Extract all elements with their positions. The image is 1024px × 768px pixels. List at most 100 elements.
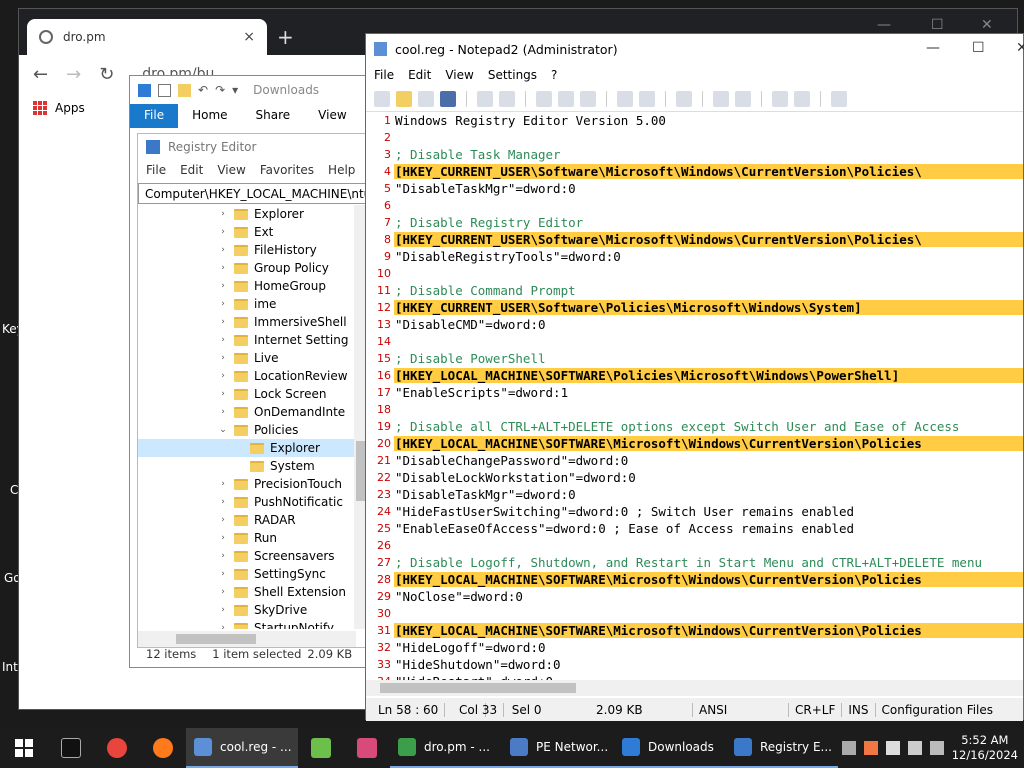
taskbar-window-button[interactable]: Downloads [614, 728, 726, 768]
close-icon[interactable]: ✕ [1016, 40, 1024, 56]
notepad-taskbar-icon[interactable] [298, 728, 344, 768]
chevron-right-icon[interactable]: › [218, 479, 228, 489]
chevron-right-icon[interactable]: › [218, 245, 228, 255]
firefox-taskbar-icon[interactable] [140, 728, 186, 768]
menu-edit[interactable]: Edit [180, 163, 203, 177]
status-encoding[interactable]: ANSI [693, 702, 789, 717]
editor-line[interactable]: 11 ; Disable Command Prompt [366, 282, 1023, 299]
ribbon-tab-file[interactable]: File [130, 104, 179, 128]
chevron-right-icon[interactable]: › [218, 533, 228, 543]
editor-line[interactable]: 9 "DisableRegistryTools"=dword:0 [366, 248, 1023, 265]
chrome-tab[interactable]: dro.pm × [27, 19, 267, 55]
editor-line[interactable]: 10 [366, 265, 1023, 282]
editor-line[interactable]: 21 "DisableChangePassword"=dword:0 [366, 452, 1023, 469]
editor-line[interactable]: 5 "DisableTaskMgr"=dword:0 [366, 180, 1023, 197]
regedit-address-bar[interactable]: Computer\HKEY_LOCAL_MACHINE\ntuser [138, 183, 368, 204]
folder-icon[interactable] [178, 83, 191, 97]
editor-line[interactable]: 1 Windows Registry Editor Version 5.00 [366, 112, 1023, 129]
text-editor[interactable]: 1 Windows Registry Editor Version 5.00 2 3;… [366, 112, 1023, 680]
menu-favorites[interactable]: Favorites [260, 163, 314, 177]
tree-item[interactable]: › PushNotificatic [138, 493, 356, 511]
status-scheme[interactable]: Configuration Files [876, 703, 1000, 717]
copy-icon[interactable] [558, 90, 574, 107]
editor-line[interactable]: 32 "HideLogoff"=dword:0 [366, 639, 1023, 656]
menu-edit[interactable]: Edit [408, 68, 431, 82]
editor-line[interactable]: 19 ; Disable all CTRL+ALT+DELETE options … [366, 418, 1023, 435]
tree-item[interactable]: › HomeGroup [138, 277, 356, 295]
chrome-taskbar-icon[interactable] [94, 728, 140, 768]
tree-item[interactable]: › ime [138, 295, 356, 313]
open-folder-icon[interactable] [396, 90, 412, 107]
minimize-icon[interactable]: — [926, 40, 940, 56]
chevron-right-icon[interactable]: › [218, 209, 228, 219]
editor-line[interactable]: 31 [HKEY_LOCAL_MACHINE\SOFTWARE\Microsoft… [366, 622, 1023, 639]
chevron-right-icon[interactable]: › [218, 407, 228, 417]
menu-file[interactable]: File [374, 68, 394, 82]
editor-line[interactable]: 6 [366, 197, 1023, 214]
redo-icon[interactable]: ↷ [215, 83, 225, 97]
editor-line[interactable]: 13 "DisableCMD"=dword:0 [366, 316, 1023, 333]
menu-view[interactable]: View [217, 163, 245, 177]
tree-item[interactable]: › Run [138, 529, 356, 547]
editor-line[interactable]: 30 [366, 605, 1023, 622]
editor-line[interactable]: 15 ; Disable PowerShell [366, 350, 1023, 367]
launch-icon[interactable] [831, 90, 847, 107]
tree-item[interactable]: › Lock Screen [138, 385, 356, 403]
scheme-icon[interactable] [772, 90, 788, 107]
menu-help[interactable]: Help [328, 163, 355, 177]
editor-line[interactable]: 8 [HKEY_CURRENT_USER\Software\Microsoft\W… [366, 231, 1023, 248]
chevron-down-icon[interactable]: ⌄ [218, 425, 228, 435]
tree-item[interactable]: › Explorer [138, 205, 356, 223]
save-icon[interactable] [440, 90, 456, 107]
menu-view[interactable]: View [445, 68, 473, 82]
redo-icon[interactable] [499, 90, 515, 107]
tree-horizontal-scrollbar[interactable] [138, 631, 356, 647]
back-icon[interactable]: ← [33, 64, 48, 85]
editor-line[interactable]: 34"HideRestart"=dword:0 [366, 673, 1023, 680]
taskbar-window-button[interactable]: PE Networ... [502, 728, 614, 768]
editor-line[interactable]: 29 "NoClose"=dword:0 [366, 588, 1023, 605]
tree-item[interactable]: › Live [138, 349, 356, 367]
tree-item[interactable]: › FileHistory [138, 241, 356, 259]
undo-icon[interactable]: ↶ [198, 83, 208, 97]
browse-icon[interactable] [418, 90, 434, 107]
chevron-right-icon[interactable]: › [218, 299, 228, 309]
editor-line[interactable]: 4 [HKEY_CURRENT_USER\Software\Microsoft\W… [366, 163, 1023, 180]
tree-item[interactable]: › Group Policy [138, 259, 356, 277]
tree-item[interactable]: › Shell Extension [138, 583, 356, 601]
ribbon-tab-share[interactable]: Share [242, 104, 305, 128]
tree-item[interactable]: › StartupNotify [138, 619, 356, 629]
chevron-right-icon[interactable]: › [218, 605, 228, 615]
editor-line[interactable]: 16 [HKEY_LOCAL_MACHINE\SOFTWARE\Policies\… [366, 367, 1023, 384]
customize-scheme-icon[interactable] [794, 90, 810, 107]
tree-item[interactable]: › LocationReview [138, 367, 356, 385]
editor-line[interactable]: 20 [HKEY_LOCAL_MACHINE\SOFTWARE\Microsoft… [366, 435, 1023, 452]
tree-item[interactable]: › SettingSync [138, 565, 356, 583]
replace-icon[interactable] [639, 90, 655, 107]
tree-item[interactable]: ⌄ Policies [138, 421, 356, 439]
find-icon[interactable] [617, 90, 633, 107]
menu-help[interactable]: ? [551, 68, 557, 82]
battery-icon[interactable] [907, 741, 922, 755]
tree-item[interactable]: System [138, 457, 356, 475]
close-icon[interactable]: ✕ [981, 17, 993, 33]
editor-line[interactable]: 2 [366, 129, 1023, 146]
chevron-right-icon[interactable]: › [218, 587, 228, 597]
chevron-right-icon[interactable]: › [218, 371, 228, 381]
minimize-icon[interactable]: — [877, 17, 891, 33]
editor-line[interactable]: 17 "EnableScripts"=dword:1 [366, 384, 1023, 401]
start-button[interactable] [0, 728, 48, 768]
editor-line[interactable]: 26 [366, 537, 1023, 554]
chevron-right-icon[interactable]: › [218, 623, 228, 629]
properties-icon[interactable] [158, 83, 171, 97]
network-icon[interactable] [841, 741, 856, 755]
new-tab-button[interactable]: + [277, 25, 294, 49]
tree-item[interactable]: › ImmersiveShell [138, 313, 356, 331]
reload-icon[interactable]: ↻ [99, 64, 114, 85]
scroll-thumb[interactable] [380, 683, 576, 693]
editor-line[interactable]: 33 "HideShutdown"=dword:0 [366, 656, 1023, 673]
word-wrap-icon[interactable] [676, 90, 692, 107]
tree-item[interactable]: Explorer [138, 439, 356, 457]
close-icon[interactable]: × [243, 29, 255, 45]
clock[interactable]: 5:52 AM 12/16/2024 [952, 733, 1018, 763]
